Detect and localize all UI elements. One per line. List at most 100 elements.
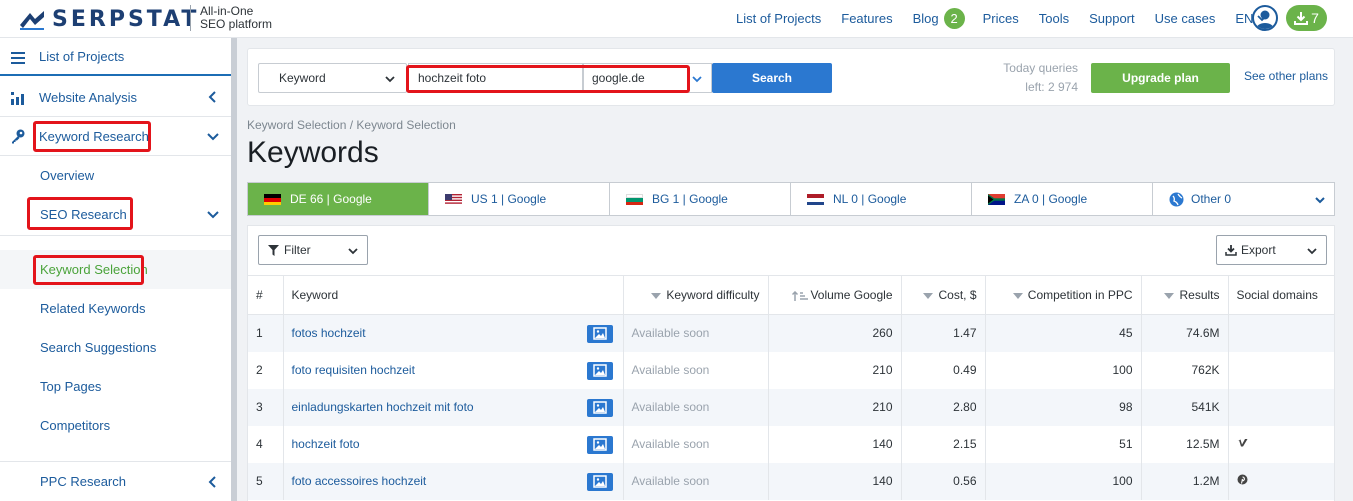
col-header-label: Cost, $: [938, 288, 977, 302]
keyword-link[interactable]: foto requisiten hochzeit: [292, 363, 415, 377]
col-header-cost[interactable]: Cost, $: [901, 275, 986, 315]
sidebar-item-competitors[interactable]: Competitors: [0, 406, 231, 445]
difficulty-cell: Available soon: [623, 351, 769, 389]
volume-cell: 210: [768, 351, 902, 389]
social-domains-cell: [1228, 426, 1334, 463]
logo-divider: [190, 5, 191, 31]
volume-cell: 140: [768, 425, 902, 463]
tab-za-google[interactable]: ZA 0 | Google: [972, 183, 1153, 215]
downloads-button[interactable]: 7: [1286, 5, 1327, 31]
competition-cell: 45: [985, 314, 1142, 352]
keyword-link[interactable]: hochzeit foto: [292, 437, 360, 451]
keyword-link[interactable]: einladungskarten hochzeit mit foto: [292, 400, 474, 414]
search-type-select[interactable]: Keyword: [258, 63, 407, 93]
col-header-difficulty[interactable]: Keyword difficulty: [623, 275, 769, 315]
difficulty-cell: Available soon: [623, 388, 769, 426]
results-cell: 1.2M: [1141, 462, 1229, 500]
sidebar-scrollbar[interactable]: [231, 38, 237, 501]
key-icon: [12, 129, 25, 144]
user-avatar[interactable]: [1252, 5, 1278, 31]
sidebar-item-top-pages[interactable]: Top Pages: [0, 367, 231, 406]
sidebar-item-list-of-projects[interactable]: List of Projects: [0, 38, 231, 76]
keyword-link[interactable]: foto accessoires hochzeit: [292, 474, 427, 488]
col-header-competition[interactable]: Competition in PPC: [985, 275, 1142, 315]
keyword-link[interactable]: fotos hochzeit: [292, 326, 366, 340]
tab-de-google[interactable]: DE 66 | Google: [248, 183, 429, 215]
table-row: 4 hochzeit foto Available soon 140 2.15 51 12.…: [248, 425, 1334, 463]
queries-remaining: Today queries left: 2 974: [988, 59, 1078, 97]
col-header-volume[interactable]: Volume Google: [768, 275, 902, 315]
serp-image-icon[interactable]: [586, 398, 613, 417]
tab-us-google[interactable]: US 1 | Google: [429, 183, 610, 215]
search-panel: Keyword hochzeit foto google.de Search T…: [247, 48, 1335, 106]
social-domains-cell: [1228, 352, 1334, 389]
nav-tools[interactable]: Tools: [1039, 11, 1069, 26]
export-label: Export: [1241, 243, 1276, 257]
pinterest-icon[interactable]: [1237, 474, 1248, 485]
download-icon: [1294, 12, 1309, 25]
cost-cell: 2.15: [901, 425, 986, 463]
nav-features[interactable]: Features: [841, 11, 892, 26]
col-header-index: #: [248, 275, 284, 315]
nav-support[interactable]: Support: [1089, 11, 1135, 26]
breadcrumb: Keyword Selection / Keyword Selection: [247, 118, 456, 132]
tab-nl-google[interactable]: NL 0 | Google: [791, 183, 972, 215]
social-domains-cell: [1228, 314, 1334, 352]
queries-label: Today queries: [1003, 61, 1078, 75]
serp-image-icon[interactable]: [586, 361, 613, 380]
table-row: 2 foto requisiten hochzeit Available soon 2…: [248, 351, 1334, 389]
results-cell: 541K: [1141, 388, 1229, 426]
results-cell: 74.6M: [1141, 314, 1229, 352]
sidebar-item-label: Website Analysis: [39, 89, 138, 105]
chevron-down-icon: [1307, 248, 1317, 255]
serp-image-icon[interactable]: [586, 435, 613, 454]
logo[interactable]: SERPSTAT: [18, 7, 199, 32]
search-button[interactable]: Search: [712, 63, 832, 93]
serp-image-icon[interactable]: [586, 325, 613, 343]
row-index: 3: [248, 388, 284, 426]
table-row: 1 fotos hochzeit Available soon 260 1.47 45 74…: [248, 314, 1334, 352]
sidebar-item-search-suggestions[interactable]: Search Suggestions: [0, 328, 231, 367]
see-other-plans-link[interactable]: See other plans: [1244, 69, 1328, 83]
upgrade-plan-button[interactable]: Upgrade plan: [1091, 63, 1230, 93]
export-button[interactable]: Export: [1216, 235, 1327, 265]
results-cell: 762K: [1141, 351, 1229, 389]
downloads-count: 7: [1311, 10, 1319, 26]
sidebar-item-related-keywords[interactable]: Related Keywords: [0, 289, 231, 328]
nav-use-cases[interactable]: Use cases: [1155, 11, 1216, 26]
sidebar-item-website-analysis[interactable]: Website Analysis: [0, 78, 231, 117]
sidebar-item-overview[interactable]: Overview: [0, 156, 231, 195]
competition-cell: 51: [985, 425, 1142, 463]
blog-count-badge: 2: [943, 7, 965, 29]
difficulty-cell: Available soon: [623, 462, 769, 500]
tab-label: Other 0: [1191, 192, 1232, 206]
nav-blog-label: Blog: [912, 10, 939, 26]
tab-bg-google[interactable]: BG 1 | Google: [610, 183, 791, 215]
col-header-label: Competition in PPC: [1027, 288, 1133, 302]
chevron-down-icon: [1315, 197, 1325, 204]
nav-prices[interactable]: Prices: [983, 11, 1019, 26]
col-header-keyword[interactable]: Keyword: [283, 275, 624, 315]
top-nav: List of Projects Features Blog 2 Prices …: [736, 0, 1282, 36]
sidebar-item-ppc-research[interactable]: PPC Research: [0, 462, 231, 501]
sidebar-item-label: Related Keywords: [40, 301, 146, 316]
logo-text: SERPSTAT: [52, 7, 200, 32]
page-title: Keywords: [247, 136, 379, 169]
keyword-cell: hochzeit foto: [283, 425, 624, 463]
col-header-results[interactable]: Results: [1141, 275, 1229, 315]
sidebar: List of Projects Website Analysis Keywor…: [0, 38, 231, 501]
nav-list-of-projects[interactable]: List of Projects: [736, 11, 821, 26]
nav-blog[interactable]: Blog 2: [912, 7, 965, 29]
row-index: 1: [248, 314, 284, 352]
bulgaria-flag-icon: [626, 193, 643, 205]
sidebar-item-label: List of Projects: [39, 48, 125, 64]
serp-image-icon[interactable]: [586, 472, 613, 491]
keyword-cell: foto requisiten hochzeit: [283, 351, 624, 389]
volume-cell: 140: [768, 462, 902, 500]
filter-button[interactable]: Filter: [258, 235, 368, 265]
vimeo-icon[interactable]: [1237, 438, 1248, 448]
competition-cell: 100: [985, 462, 1142, 500]
south-africa-flag-icon: [988, 193, 1005, 205]
tab-other[interactable]: Other 0: [1153, 183, 1334, 215]
highlight-keyword-selection: [33, 255, 144, 285]
